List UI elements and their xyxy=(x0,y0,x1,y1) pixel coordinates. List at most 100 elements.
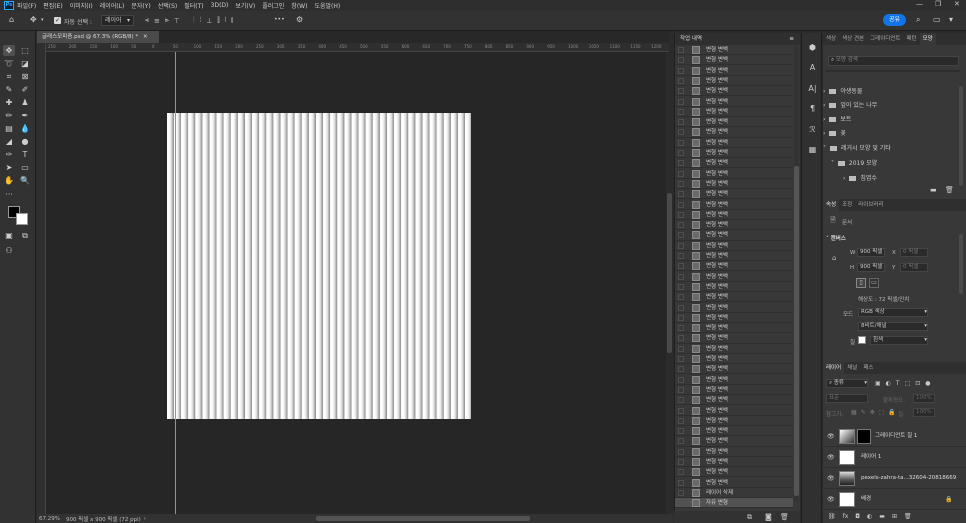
add-mask-icon[interactable]: ◘ xyxy=(855,513,860,520)
bit-depth-dropdown[interactable]: 8비트/채널 ▾ xyxy=(858,322,928,331)
blend-mode-dropdown[interactable]: 표준 xyxy=(826,394,868,403)
tab-color[interactable]: 색상 xyxy=(823,33,839,45)
history-item[interactable]: 변형 변백 xyxy=(675,241,793,251)
history-source-checkbox[interactable] xyxy=(678,294,684,301)
history-item[interactable]: 자유 변형 xyxy=(675,498,793,509)
move-tool-icon[interactable]: ✥ xyxy=(3,45,15,56)
history-item[interactable]: 변형 변백 xyxy=(675,436,793,447)
eye-icon[interactable]: 👁 xyxy=(827,454,835,461)
history-item[interactable]: 변형 변백 xyxy=(675,127,793,138)
frame-tool-icon[interactable]: ⊠ xyxy=(19,71,31,82)
fill-swatch[interactable] xyxy=(858,336,866,344)
history-source-checkbox[interactable] xyxy=(678,242,684,249)
lock-position-icon[interactable]: ✥ xyxy=(870,409,875,416)
history-item[interactable]: 변형 변백 xyxy=(675,478,793,488)
close-tab-icon[interactable]: ✕ xyxy=(143,34,148,40)
canvas-vertical-scrollbar[interactable] xyxy=(666,52,673,514)
path-select-icon[interactable]: ➤ xyxy=(3,162,15,173)
lasso-tool-icon[interactable]: ➰ xyxy=(3,58,15,69)
menu-edit[interactable]: 편집(E) xyxy=(43,1,63,10)
lock-image-icon[interactable]: ✎ xyxy=(861,409,866,416)
tab-patterns[interactable]: 패턴 xyxy=(904,33,920,45)
layer-row[interactable]: 👁 그레이디언트 칠 1 xyxy=(823,426,966,447)
maximize-icon[interactable]: ❐ xyxy=(935,0,941,8)
history-source-checkbox[interactable] xyxy=(678,170,684,177)
history-item[interactable]: 레이어 삭제 xyxy=(675,488,793,499)
history-source-checkbox[interactable] xyxy=(678,304,684,311)
dodge-tool-icon[interactable]: ● xyxy=(19,136,31,147)
new-layer-icon[interactable]: ⊞ xyxy=(892,513,897,520)
distribute-left-icon[interactable]: ⫿ xyxy=(217,16,219,25)
3d-panel-icon[interactable]: ⬢ xyxy=(806,41,819,54)
history-item[interactable]: 변형 변백 xyxy=(675,344,793,354)
history-source-checkbox[interactable] xyxy=(678,283,684,290)
history-item[interactable]: 변형 변백 xyxy=(675,189,793,200)
y-field[interactable]: 0 픽셀 xyxy=(900,263,928,272)
history-source-checkbox[interactable] xyxy=(678,263,684,270)
artboard-tool-icon[interactable]: ⬚ xyxy=(19,45,31,56)
canvas-horizontal-scrollbar[interactable] xyxy=(316,516,530,521)
stamp-tool-icon[interactable]: ♟ xyxy=(19,97,31,108)
hand-tool-icon[interactable]: ✋ xyxy=(3,175,15,186)
history-item[interactable]: 변형 변백 xyxy=(675,457,793,468)
menu-type[interactable]: 문자(Y) xyxy=(131,1,150,10)
ruler-tool-icon[interactable]: ✐ xyxy=(19,84,31,95)
history-item[interactable]: 변형 변백 xyxy=(675,179,793,190)
history-source-checkbox[interactable] xyxy=(678,469,684,476)
align-center-icon[interactable]: ≡ xyxy=(154,17,160,25)
type-filter-icon[interactable]: T xyxy=(896,380,900,387)
paragraph-icon[interactable]: ¶ xyxy=(806,102,819,115)
tab-channels[interactable]: 채널 xyxy=(844,362,860,374)
move-tool-icon[interactable]: ✥ xyxy=(30,15,37,24)
x-field[interactable]: 0 픽셀 xyxy=(900,248,928,257)
history-source-checkbox[interactable] xyxy=(678,201,684,208)
history-tab[interactable]: 작업 내역 ≡ xyxy=(675,33,800,45)
tab-paths[interactable]: 패스 xyxy=(860,362,876,374)
gear-icon[interactable]: ⚙ xyxy=(296,15,303,24)
history-item[interactable]: 변형 변백 xyxy=(675,416,793,426)
character-icon[interactable]: A| xyxy=(806,82,819,95)
history-source-checkbox[interactable] xyxy=(678,119,684,126)
share-button[interactable]: 공유 xyxy=(883,14,907,26)
new-group-icon[interactable]: ▬ xyxy=(879,513,885,520)
shape-filter-icon[interactable]: ⬚ xyxy=(905,380,911,387)
document-info[interactable]: 900 픽셀 x 900 픽셀 (72 ppi) xyxy=(66,515,141,523)
filter-toggle-icon[interactable]: ● xyxy=(925,380,930,387)
history-source-checkbox[interactable] xyxy=(678,160,684,167)
history-item[interactable]: 변형 변백 xyxy=(675,467,793,478)
history-item[interactable]: 변형 변백 xyxy=(675,385,793,396)
history-item[interactable]: 변형 변백 xyxy=(675,220,793,231)
menu-file[interactable]: 파일(F) xyxy=(17,1,36,10)
link-layers-icon[interactable]: ⛓ xyxy=(828,513,836,520)
history-source-checkbox[interactable] xyxy=(678,479,684,486)
history-item[interactable]: 변형 변백 xyxy=(675,354,793,365)
align-top-icon[interactable]: ⊤ xyxy=(174,17,180,25)
history-item[interactable]: 변형 변백 xyxy=(675,148,793,159)
history-source-checkbox[interactable] xyxy=(678,180,684,187)
eye-icon[interactable]: 👁 xyxy=(827,433,835,440)
history-item[interactable]: 변형 변백 xyxy=(675,447,793,457)
type-tool-icon[interactable]: T xyxy=(19,149,31,160)
history-item[interactable]: 변형 변백 xyxy=(675,261,793,272)
layer-row[interactable]: 👁 pexels-zahra-ta...32604-20818669 xyxy=(823,468,966,489)
auto-select-checkbox[interactable]: ✓ xyxy=(54,17,61,24)
mode-dropdown[interactable]: RGB 색상 ▾ xyxy=(858,308,928,317)
history-source-checkbox[interactable] xyxy=(678,386,684,393)
tab-shapes[interactable]: 모양 xyxy=(919,33,936,45)
pen-tool-icon[interactable]: ✑ xyxy=(3,149,15,160)
healing-brush-icon[interactable]: ✚ xyxy=(3,97,15,108)
crop-tool-icon[interactable]: ⌗ xyxy=(3,71,15,82)
history-item[interactable]: 변형 변백 xyxy=(675,323,793,334)
search-icon[interactable]: ⌕ xyxy=(916,15,920,25)
history-source-checkbox[interactable] xyxy=(678,150,684,156)
history-source-checkbox[interactable] xyxy=(678,88,684,95)
history-source-checkbox[interactable] xyxy=(678,397,684,404)
distribute-right-icon[interactable]: ⫾ xyxy=(231,16,233,25)
history-source-checkbox[interactable] xyxy=(678,448,684,455)
history-item[interactable]: 변형 변백 xyxy=(675,138,793,148)
document-tab[interactable]: 글래스모피즘.psd @ 67.3% (RGB/8) * ✕ xyxy=(37,31,159,43)
more-options-icon[interactable]: ••• xyxy=(274,16,285,23)
eye-icon[interactable]: 👁 xyxy=(827,496,835,503)
lock-transparent-icon[interactable]: ▦ xyxy=(851,409,857,416)
history-source-checkbox[interactable] xyxy=(678,47,684,53)
